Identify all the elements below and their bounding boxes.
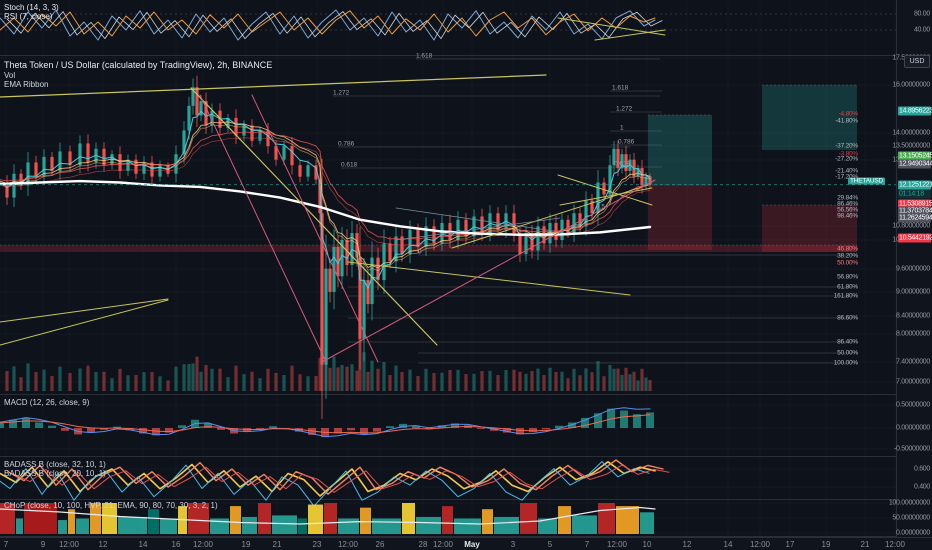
macd-scale-label: -0.50000000 (893, 445, 930, 453)
price-grid-label: 13.50000000 (892, 142, 930, 150)
time-label: 3 (510, 540, 516, 549)
chart-canvas[interactable] (0, 0, 932, 550)
time-label: 12:00 (58, 540, 80, 549)
time-label: 12:00 (749, 540, 771, 549)
time-label: 10 (642, 540, 652, 549)
chop-scale-label: 50.00000000 (892, 514, 930, 522)
badass-scale-label: 0.400 (913, 483, 930, 491)
time-label: 16 (171, 540, 181, 549)
time-label: 12 (98, 540, 108, 549)
time-label: 21 (860, 540, 870, 549)
tradingview-chart-window: Stoch (14, 3, 3) RSI (7, close) Theta To… (0, 0, 932, 550)
currency-toggle-button[interactable]: USD (904, 55, 930, 68)
time-label: 19 (821, 540, 831, 549)
time-label: 5 (547, 540, 553, 549)
time-label: 12:00 (337, 540, 359, 549)
time-label: 19 (241, 540, 251, 549)
time-axis[interactable]: 7 9 12:00 12 14 16 12:00 19 21 23 12:00 26 28 12:00 Ma… (0, 537, 932, 550)
price-grid-label: 10.80000000 (892, 222, 930, 230)
macd-scale-label: 0.00000000 (896, 424, 930, 432)
time-label: 26 (375, 540, 385, 549)
macd-scale-label: 0.50000000 (896, 401, 930, 409)
time-label: 7 (3, 540, 9, 549)
time-label: 23 (312, 540, 322, 549)
price-tag: 14.89562236 (898, 106, 932, 116)
time-label: 12:00 (192, 540, 214, 549)
price-tag: 01:14:18 (898, 189, 931, 199)
price-tag: 12.94903448 (898, 159, 932, 169)
price-grid-label: 7.00000000 (896, 378, 930, 386)
price-grid-label: 7.40000000 (896, 358, 930, 366)
chop-scale-label: 100.00000000 (888, 499, 930, 507)
symbol-price-tag: THETAUSD (848, 177, 885, 185)
price-axis[interactable]: 80.0040.0017.5000000016.0000000014.00000… (889, 0, 932, 537)
price-grid-label: 9.00000000 (896, 288, 930, 296)
time-label: 21 (272, 540, 282, 549)
price-grid-label: 8.00000000 (896, 330, 930, 338)
price-grid-label: 16.00000000 (892, 81, 930, 89)
time-label: 14 (138, 540, 148, 549)
chop-scale-label: 0.00000000 (896, 529, 930, 537)
price-tag: 10.54421928 (898, 233, 932, 243)
price-grid-label: 8.40000000 (896, 312, 930, 320)
stoch-scale-label: 80.00 (913, 10, 930, 18)
time-label: 12:00 (884, 540, 906, 549)
price-tag: 12.12512215 (898, 180, 932, 190)
price-grid-label: 9.60000000 (896, 265, 930, 273)
time-label: 9 (40, 540, 46, 549)
time-label: 12:00 (432, 540, 454, 549)
price-tag: 11.26245945 (898, 213, 932, 223)
time-label: 28 (418, 540, 428, 549)
badass-scale-label: 0.600 (913, 465, 930, 473)
time-label: 7 (584, 540, 590, 549)
time-label: 12 (682, 540, 692, 549)
time-label: 17 (785, 540, 795, 549)
time-label: 14 (723, 540, 733, 549)
stoch-scale-label: 40.00 (913, 26, 930, 34)
time-label: 12:00 (606, 540, 628, 549)
time-label: May (464, 540, 480, 549)
price-grid-label: 14.00000000 (892, 129, 930, 137)
